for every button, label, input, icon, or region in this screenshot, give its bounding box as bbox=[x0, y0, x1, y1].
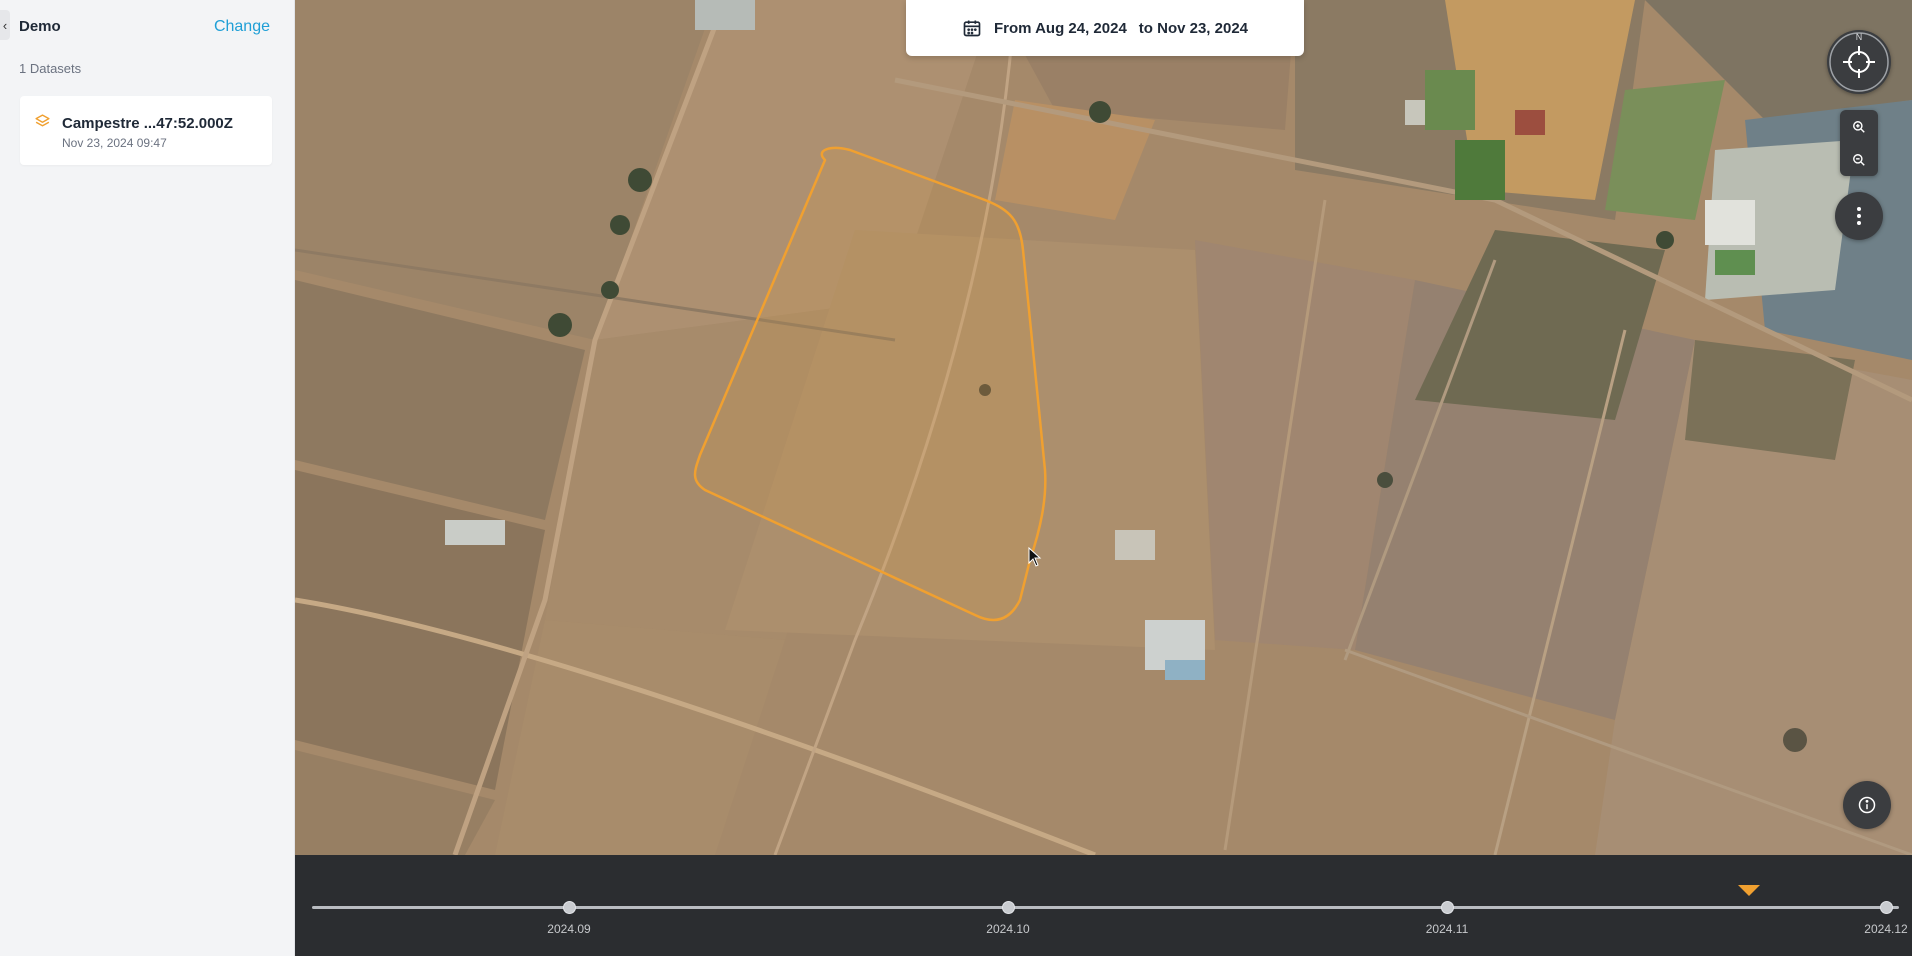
info-icon bbox=[1858, 796, 1876, 814]
dataset-item[interactable]: Campestre ...47:52.000Z Nov 23, 2024 09:… bbox=[20, 96, 272, 165]
date-range-selector[interactable]: From Aug 24, 2024 to Nov 23, 2024 bbox=[906, 0, 1304, 56]
calendar-icon bbox=[963, 20, 981, 37]
satellite-imagery bbox=[295, 0, 1912, 855]
date-from: From Aug 24, 2024 bbox=[993, 19, 1127, 37]
zoom-out-icon bbox=[1853, 153, 1865, 166]
timeline[interactable]: 2024.09 2024.10 2024.11 2024.12 bbox=[295, 855, 1912, 956]
timeline-tick-2024.11[interactable] bbox=[1441, 901, 1454, 914]
timeline-tick-2024.09[interactable] bbox=[563, 901, 576, 914]
chevron-left-icon: ‹ bbox=[2, 17, 8, 33]
dataset-name: Campestre ...47:52.000Z bbox=[62, 115, 233, 132]
timeline-tick-label: 2024.10 bbox=[986, 922, 1030, 936]
collapse-sidebar-button[interactable]: ‹ bbox=[0, 10, 10, 40]
timeline-track[interactable] bbox=[312, 906, 1899, 909]
app-root: ‹ Demo Change 1 Datasets Campestre ...47… bbox=[0, 0, 1912, 956]
timeline-tick-2024.10[interactable] bbox=[1002, 901, 1015, 914]
change-project-button[interactable]: Change bbox=[214, 18, 270, 36]
timeline-tick-2024.12[interactable] bbox=[1880, 901, 1893, 914]
sidebar: ‹ Demo Change 1 Datasets Campestre ...47… bbox=[0, 0, 295, 956]
timeline-tick-label: 2024.11 bbox=[1425, 922, 1469, 936]
compass-button[interactable]: N bbox=[1827, 30, 1891, 94]
timeline-tick-label: 2024.09 bbox=[547, 922, 591, 936]
zoom-out-button[interactable] bbox=[1840, 143, 1878, 176]
timeline-tick-label: 2024.12 bbox=[1864, 922, 1908, 936]
more-options-button[interactable] bbox=[1835, 192, 1883, 240]
zoom-in-button[interactable] bbox=[1840, 110, 1878, 143]
dataset-date: Nov 23, 2024 09:47 bbox=[62, 136, 167, 150]
mouse-cursor-icon bbox=[1028, 547, 1042, 567]
zoom-in-icon bbox=[1853, 120, 1865, 133]
info-button[interactable] bbox=[1843, 781, 1891, 829]
compass-north-label: N bbox=[1855, 32, 1863, 42]
timeline-current-marker[interactable] bbox=[1738, 885, 1760, 896]
map-view[interactable]: From Aug 24, 2024 to Nov 23, 2024 N bbox=[295, 0, 1912, 855]
layers-icon bbox=[35, 114, 50, 127]
project-name: Demo bbox=[19, 18, 61, 35]
zoom-controls bbox=[1840, 110, 1878, 176]
dataset-count: 1 Datasets bbox=[19, 61, 82, 76]
more-vertical-icon bbox=[1857, 207, 1861, 225]
date-to: to Nov 23, 2024 bbox=[1138, 19, 1249, 37]
